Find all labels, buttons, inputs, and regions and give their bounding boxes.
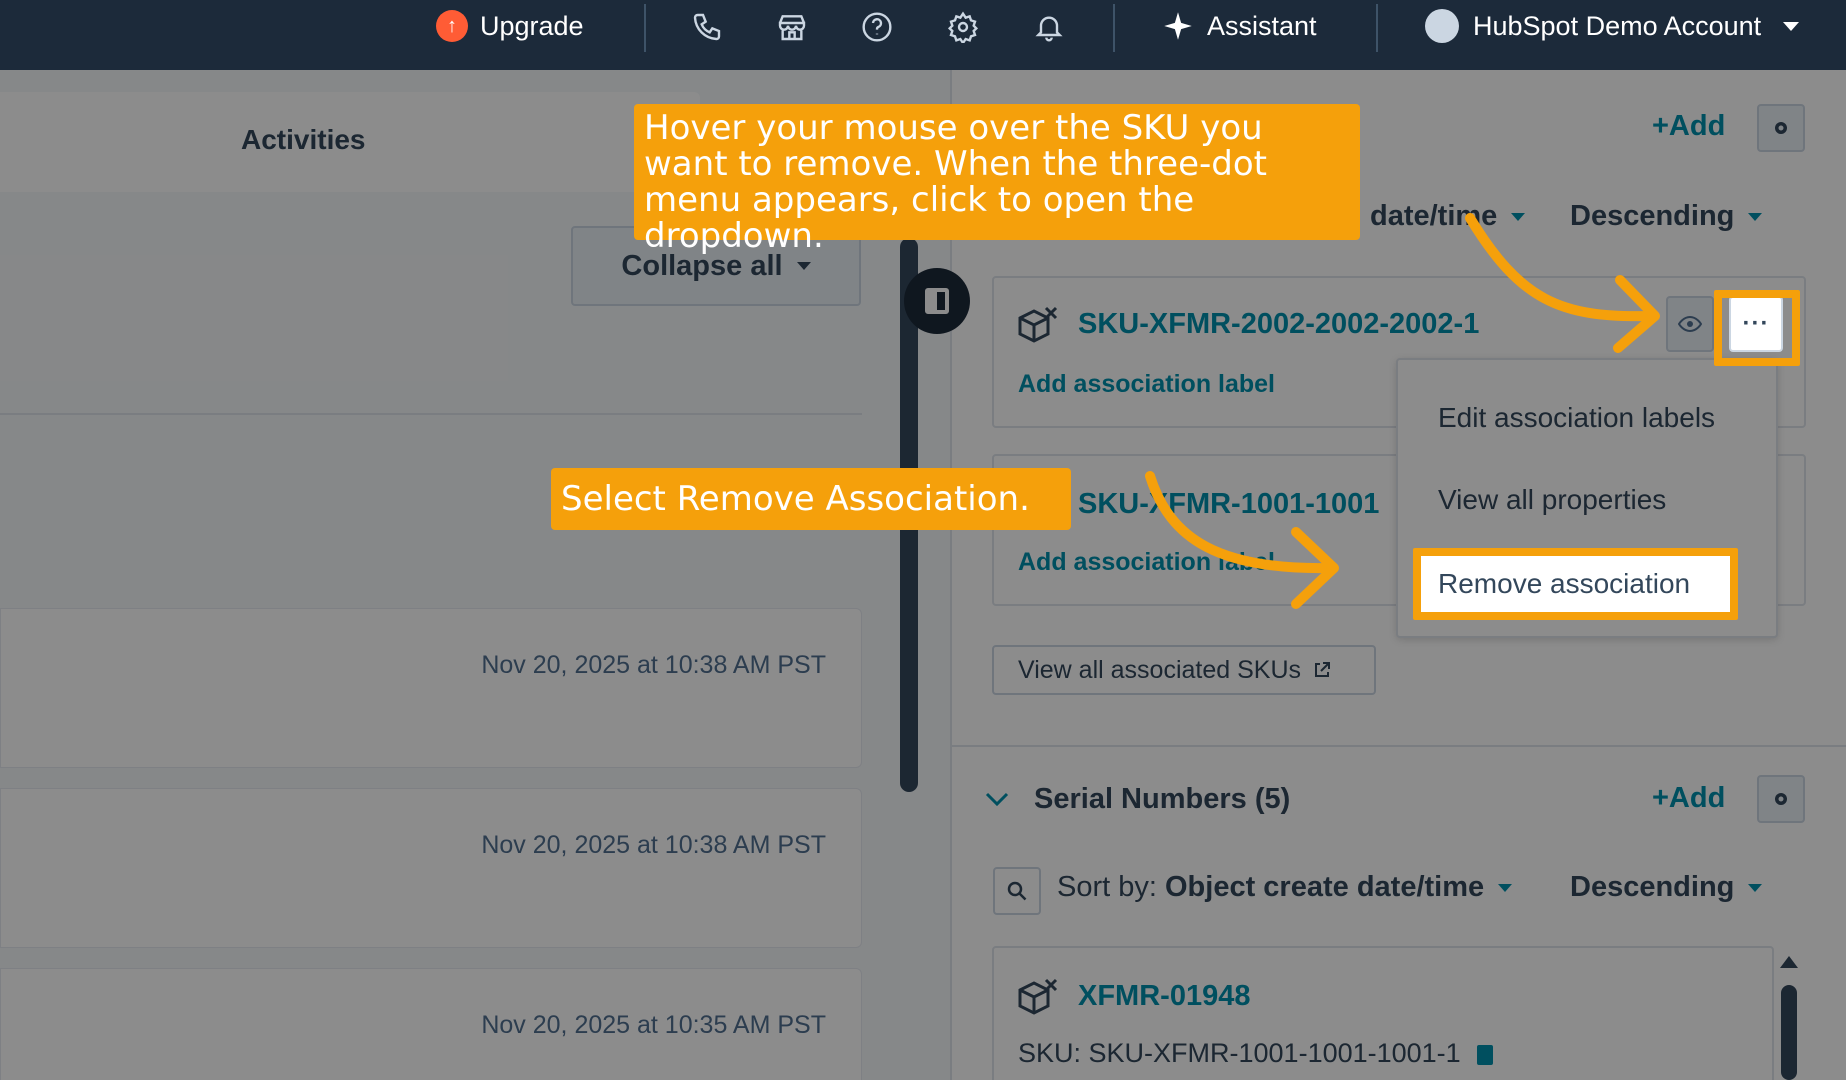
- instruction-arrow-icon: [1145, 213, 1660, 609]
